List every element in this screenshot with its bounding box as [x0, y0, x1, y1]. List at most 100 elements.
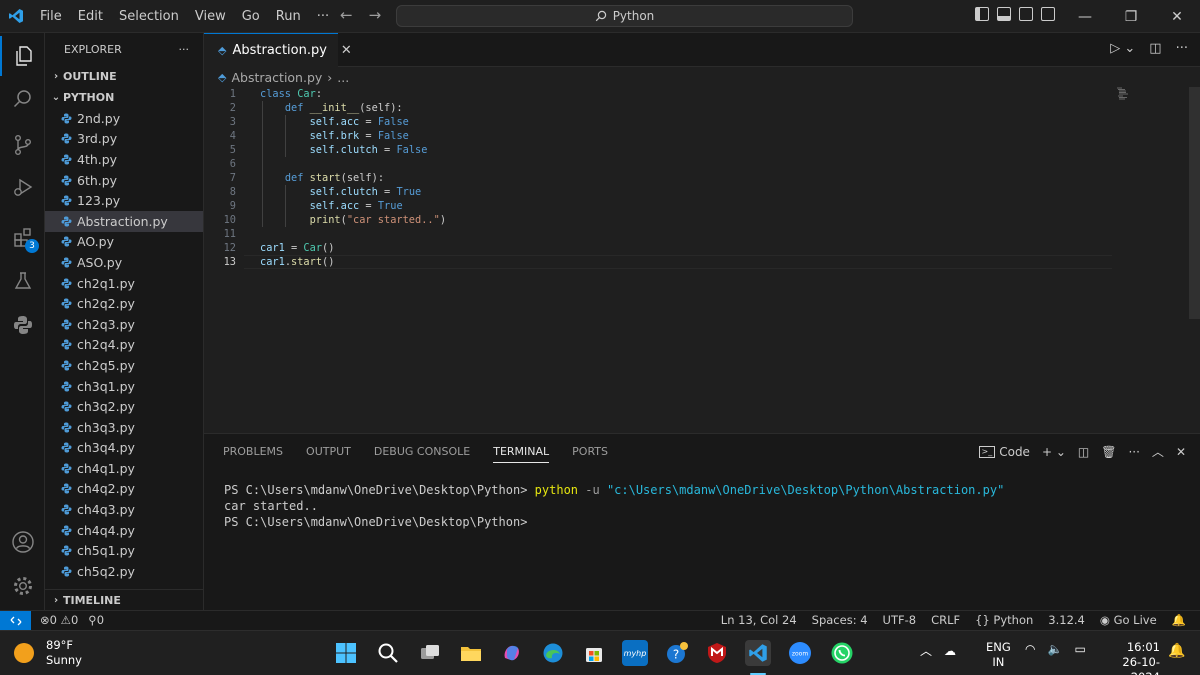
toggle-panel-icon[interactable]	[997, 7, 1011, 21]
tab-terminal[interactable]: TERMINAL	[493, 445, 550, 463]
file-item[interactable]: 3rd.py	[45, 129, 203, 150]
python-icon[interactable]	[0, 305, 45, 345]
run-debug-icon[interactable]	[0, 167, 45, 207]
onedrive-cloud-icon[interactable]: ☁	[944, 644, 956, 658]
explorer-icon[interactable]	[0, 36, 45, 76]
more-actions-icon[interactable]: ···	[1176, 41, 1188, 56]
file-item[interactable]: ch4q1.py	[45, 458, 203, 479]
minimize-icon[interactable]: —	[1062, 0, 1108, 33]
back-arrow-icon[interactable]: ←	[340, 6, 353, 24]
copilot-icon[interactable]	[499, 640, 525, 666]
file-item[interactable]: ch2q1.py	[45, 273, 203, 294]
breadcrumb-file[interactable]: Abstraction.py	[231, 70, 322, 85]
file-item[interactable]: AO.py	[45, 232, 203, 253]
close-panel-icon[interactable]: ✕	[1176, 445, 1186, 459]
tab-output[interactable]: OUTPUT	[306, 445, 351, 463]
toggle-secondary-sidebar-icon[interactable]	[1019, 7, 1033, 21]
terminal-shell-label[interactable]: Code	[999, 445, 1030, 459]
search-icon[interactable]	[0, 79, 45, 119]
manage-gear-icon[interactable]	[0, 566, 45, 606]
file-item[interactable]: ch2q2.py	[45, 293, 203, 314]
store-icon[interactable]	[581, 640, 607, 666]
menu-run[interactable]: Run	[268, 9, 309, 24]
menu-file[interactable]: File	[32, 9, 70, 24]
file-item[interactable]: ch3q4.py	[45, 438, 203, 459]
edge-icon[interactable]	[540, 640, 566, 666]
explorer-more-button[interactable]: ···	[179, 43, 190, 56]
windows-start-icon[interactable]	[333, 640, 359, 666]
extensions-icon[interactable]: 3	[0, 217, 45, 257]
outline-section[interactable]: › OUTLINE	[45, 66, 203, 87]
file-item[interactable]: ch3q2.py	[45, 396, 203, 417]
file-item[interactable]: Abstraction.py	[45, 210, 203, 232]
notification-bell-icon[interactable]: 🔔	[1168, 643, 1185, 659]
tab-close-icon[interactable]: ✕	[341, 43, 352, 58]
file-item[interactable]: ch2q5.py	[45, 355, 203, 376]
menu-go[interactable]: Go	[234, 9, 268, 24]
search-icon[interactable]	[375, 640, 401, 666]
vscode-icon[interactable]	[745, 640, 771, 666]
weather-widget[interactable]: 89°F Sunny	[14, 638, 82, 668]
cursor-position[interactable]: Ln 13, Col 24	[721, 613, 797, 627]
input-language[interactable]: ENG IN	[986, 640, 1011, 670]
file-item[interactable]: ch2q4.py	[45, 335, 203, 356]
maximize-panel-icon[interactable]: ︿	[1152, 443, 1164, 460]
source-control-icon[interactable]	[0, 125, 45, 165]
file-item[interactable]: 6th.py	[45, 170, 203, 191]
encoding[interactable]: UTF-8	[883, 613, 917, 627]
menu-selection[interactable]: Selection	[111, 9, 187, 24]
terminal-output[interactable]: PS C:\Users\mdanw\OneDrive\Desktop\Pytho…	[224, 482, 1004, 530]
close-icon[interactable]: ✕	[1154, 0, 1200, 33]
file-item[interactable]: ch4q4.py	[45, 520, 203, 541]
task-view-icon[interactable]	[417, 640, 443, 666]
breadcrumb-symbols[interactable]: ...	[337, 70, 349, 85]
more-actions-icon[interactable]: ···	[1128, 445, 1139, 459]
command-center-search[interactable]: Python	[396, 5, 853, 27]
indentation[interactable]: Spaces: 4	[812, 613, 868, 627]
code-editor[interactable]: 1 class Car: 2 def __init__(self): 3 sel…	[204, 87, 1200, 433]
show-hidden-icons-icon[interactable]: ︿	[920, 642, 932, 659]
file-explorer-icon[interactable]	[458, 640, 484, 666]
python-folder-section[interactable]: ⌄ PYTHON	[45, 87, 203, 108]
toggle-sidebar-icon[interactable]	[975, 7, 989, 21]
tab-problems[interactable]: PROBLEMS	[223, 445, 283, 463]
hp-icon[interactable]: myhp	[622, 640, 648, 666]
file-item[interactable]: ch5q1.py	[45, 540, 203, 561]
quick-settings[interactable]: ◠ 🔈 ▭	[1025, 642, 1086, 656]
mcafee-icon[interactable]	[704, 640, 730, 666]
tab-ports[interactable]: PORTS	[572, 445, 608, 463]
customize-layout-icon[interactable]	[1041, 7, 1055, 21]
tab-abstraction-py[interactable]: ⬘ Abstraction.py ✕	[204, 33, 352, 67]
split-terminal-icon[interactable]: ◫	[1078, 445, 1089, 459]
clock[interactable]: 16:01 26-10-2024	[1100, 640, 1160, 675]
account-icon[interactable]	[0, 522, 45, 562]
file-item[interactable]: 2nd.py	[45, 108, 203, 129]
file-item[interactable]: ASO.py	[45, 252, 203, 273]
tab-debug-console[interactable]: DEBUG CONSOLE	[374, 445, 470, 463]
restore-icon[interactable]: ❐	[1108, 0, 1154, 33]
minimap[interactable]	[1116, 87, 1132, 101]
new-terminal-icon[interactable]: + ⌄	[1042, 445, 1066, 459]
notifications-bell-icon[interactable]: 🔔	[1172, 613, 1186, 627]
problems-status[interactable]: ⊗0 ⚠0	[40, 613, 78, 627]
remote-window-icon[interactable]	[0, 611, 31, 631]
testing-icon[interactable]	[0, 261, 45, 301]
python-interpreter[interactable]: 3.12.4	[1048, 613, 1085, 627]
file-item[interactable]: ch3q3.py	[45, 417, 203, 438]
menu-edit[interactable]: Edit	[70, 9, 111, 24]
ports-status[interactable]: ⚲0	[88, 613, 104, 627]
file-item[interactable]: ch4q2.py	[45, 479, 203, 500]
menu-view[interactable]: View	[187, 9, 234, 24]
go-live-button[interactable]: ◉ Go Live	[1100, 613, 1157, 627]
end-of-line[interactable]: CRLF	[931, 613, 960, 627]
kill-terminal-icon[interactable]: 🗑	[1101, 445, 1116, 459]
zoom-icon[interactable]: zoom	[787, 640, 813, 666]
whatsapp-icon[interactable]	[829, 640, 855, 666]
editor-scrollbar[interactable]	[1189, 87, 1200, 319]
file-item[interactable]: ch3q1.py	[45, 376, 203, 397]
file-item[interactable]: 123.py	[45, 190, 203, 211]
help-icon[interactable]: ?	[664, 640, 690, 666]
forward-arrow-icon[interactable]: →	[369, 6, 382, 24]
run-python-file-icon[interactable]: ▷ ⌄	[1110, 41, 1135, 56]
file-item[interactable]: ch5q2.py	[45, 561, 203, 582]
